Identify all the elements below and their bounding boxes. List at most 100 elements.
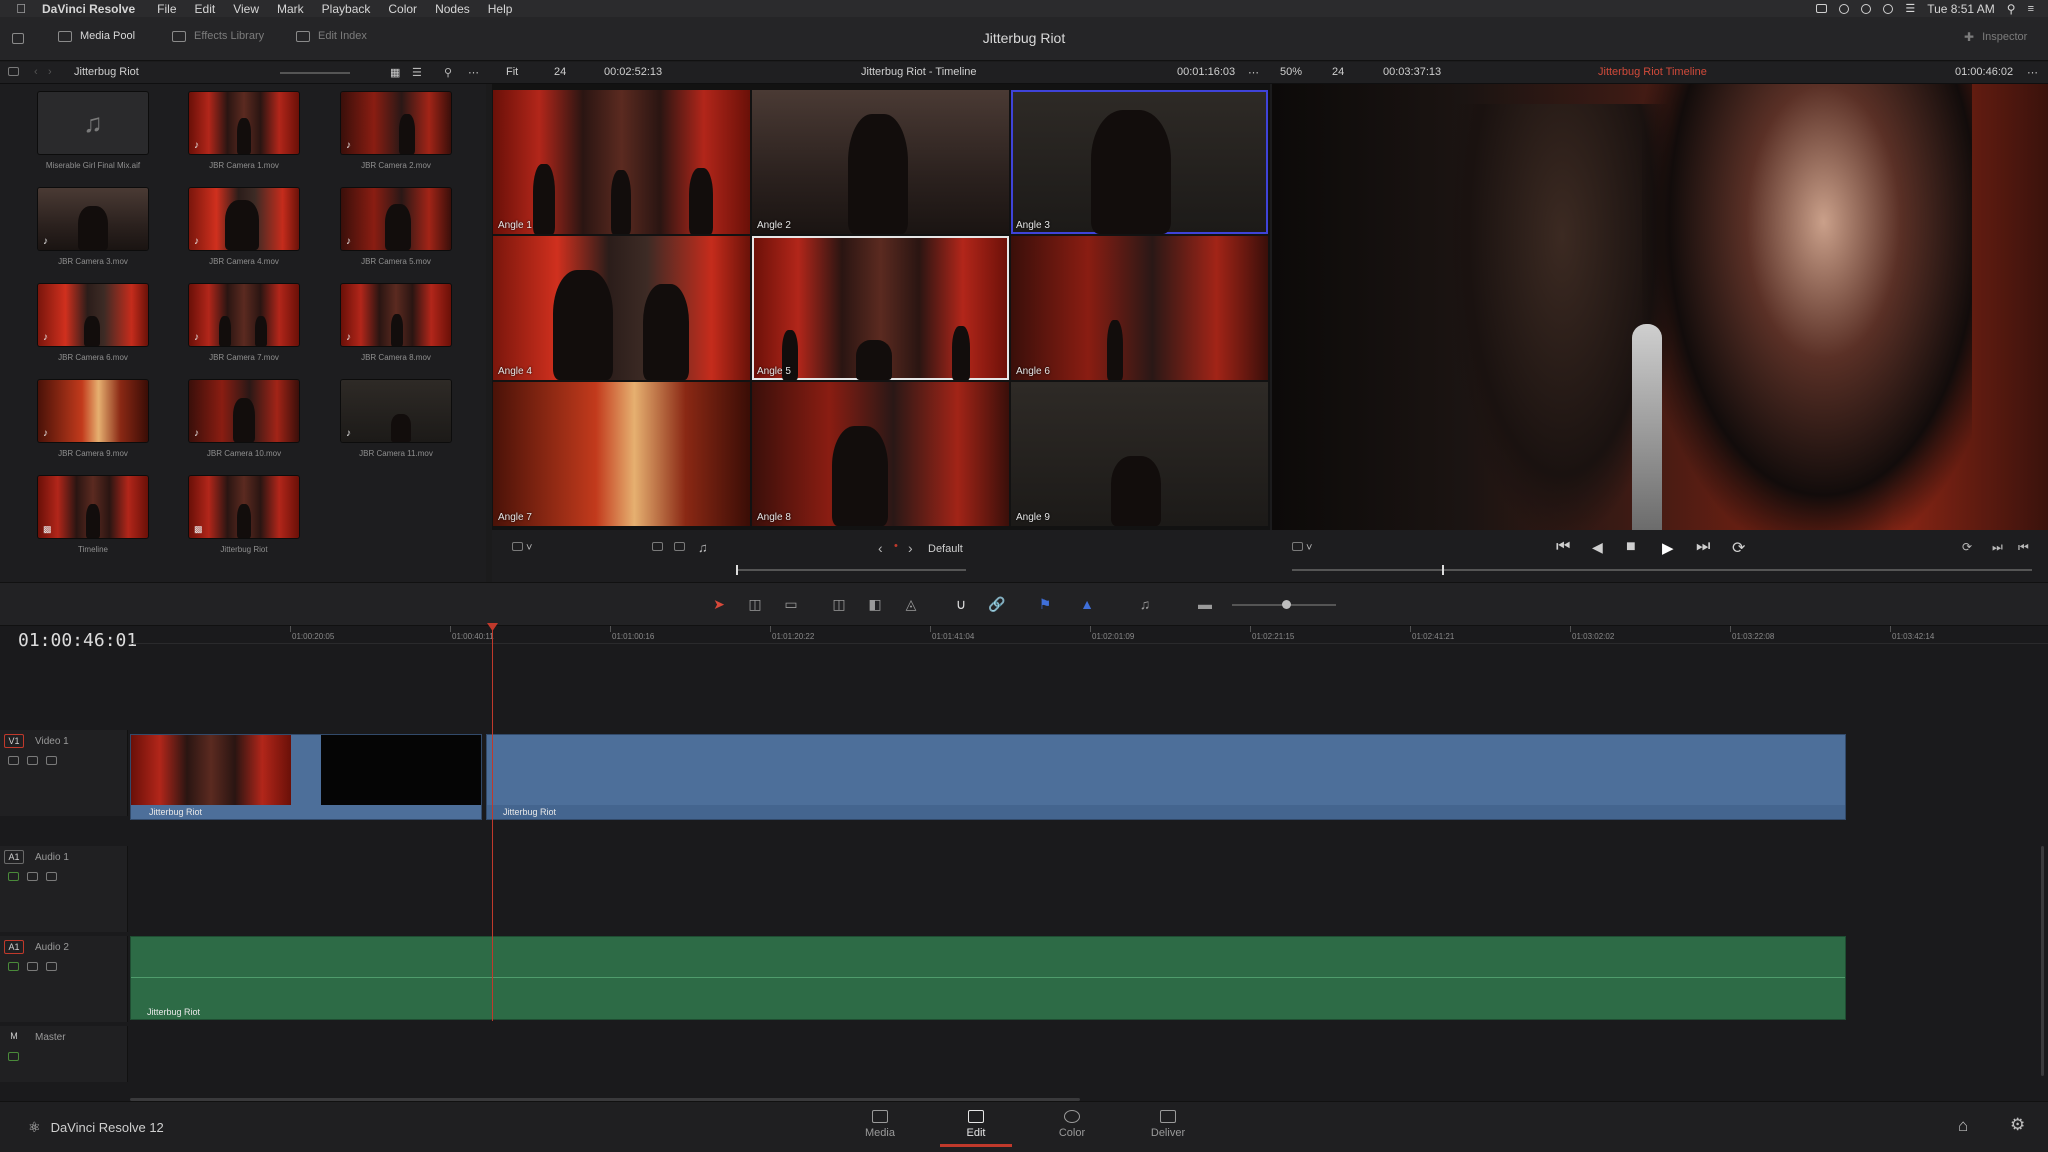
video-clip-left[interactable]: Jitterbug Riot bbox=[130, 734, 482, 820]
tab-media[interactable]: Media bbox=[840, 1110, 920, 1139]
insert-clip-icon[interactable]: ◫ bbox=[830, 596, 848, 612]
menu-mark[interactable]: Mark bbox=[277, 2, 304, 16]
media-clip[interactable]: ▩ Timeline bbox=[28, 476, 158, 568]
time-machine-icon[interactable] bbox=[1883, 3, 1894, 14]
forward-arrow-icon[interactable]: › bbox=[48, 66, 52, 78]
flag-dropdown[interactable]: ⚑ bbox=[1036, 596, 1054, 612]
media-clip[interactable]: ♪ JBR Camera 3.mov bbox=[28, 188, 158, 280]
speaker-icon[interactable] bbox=[8, 1052, 19, 1061]
scrubber-handle[interactable] bbox=[1442, 565, 1444, 575]
blade-tool-icon[interactable]: ▭ bbox=[782, 596, 800, 612]
timeline-name[interactable]: Jitterbug Riot Timeline bbox=[1598, 66, 1707, 78]
inspector-button[interactable]: ✚ Inspector bbox=[1964, 30, 2027, 44]
trim-tool-icon[interactable]: ◫ bbox=[746, 596, 764, 612]
stop-icon[interactable]: ■ bbox=[1626, 538, 1636, 556]
source-scrubber[interactable] bbox=[736, 565, 966, 575]
multicam-display-dropdown[interactable]: ˅ bbox=[512, 542, 532, 554]
play-reverse-icon[interactable]: ◀ bbox=[1592, 539, 1603, 556]
track-visibility-icon[interactable] bbox=[8, 756, 19, 765]
tab-color[interactable]: Color bbox=[1032, 1110, 1112, 1139]
scrubber-handle[interactable] bbox=[736, 565, 738, 575]
menu-help[interactable]: Help bbox=[488, 2, 513, 16]
audio-only-icon[interactable]: ♫ bbox=[698, 540, 708, 555]
angle-4-thumbnail[interactable]: Angle 4 bbox=[493, 236, 750, 380]
viewer-more-icon[interactable]: ⋯ bbox=[2027, 66, 2038, 79]
next-edit-icon[interactable]: ⏭ bbox=[1992, 540, 2003, 555]
go-to-end-icon[interactable]: ⏭ bbox=[1696, 538, 1710, 556]
angle-8-thumbnail[interactable]: Angle 8 bbox=[752, 382, 1009, 526]
spotlight-search-icon[interactable]: ⚲ bbox=[2007, 2, 2016, 16]
timeline-view-options-icon[interactable]: ▬ bbox=[1196, 596, 1214, 612]
timeline-scrubber[interactable] bbox=[1292, 565, 2032, 575]
viewer-mode-dropdown[interactable]: ˅ bbox=[1292, 542, 1312, 554]
speaker-icon[interactable] bbox=[8, 872, 19, 881]
screen-mirroring-icon[interactable] bbox=[1816, 4, 1828, 13]
zoom-dropdown[interactable]: 50% bbox=[1280, 66, 1302, 78]
next-page-icon[interactable]: › bbox=[908, 540, 913, 556]
media-clip[interactable]: ♪ JBR Camera 6.mov bbox=[28, 284, 158, 376]
menu-view[interactable]: View bbox=[233, 2, 259, 16]
media-clip[interactable]: ♪ JBR Camera 4.mov bbox=[179, 188, 309, 280]
replace-clip-icon[interactable]: ◬ bbox=[902, 596, 920, 612]
dropbox-icon[interactable] bbox=[1839, 3, 1850, 14]
source-more-icon[interactable]: ⋯ bbox=[1248, 66, 1259, 79]
audio-clip[interactable]: Jitterbug Riot bbox=[130, 936, 1846, 1020]
apple-menu-icon[interactable]:  bbox=[0, 1, 42, 16]
media-clip[interactable]: ♪ JBR Camera 11.mov bbox=[331, 380, 461, 472]
menu-file[interactable]: File bbox=[157, 2, 176, 16]
video-clip-right[interactable]: Jitterbug Riot bbox=[486, 734, 1846, 820]
timeline-vertical-scrollbar[interactable] bbox=[2041, 846, 2044, 1076]
angle-3-thumbnail[interactable]: Angle 3 bbox=[1011, 90, 1268, 234]
menu-app-name[interactable]: DaVinci Resolve bbox=[42, 2, 135, 16]
media-clip[interactable]: ♫ Miserable Girl Final Mix.aif bbox=[28, 92, 158, 184]
layout-dropdown[interactable]: Default bbox=[928, 543, 963, 555]
media-clip[interactable]: ♪ JBR Camera 8.mov bbox=[331, 284, 461, 376]
selection-tool-icon[interactable]: ➤ bbox=[710, 596, 728, 612]
marker-dropdown[interactable]: ▲ bbox=[1078, 596, 1096, 612]
timeline-viewer[interactable] bbox=[1272, 84, 2048, 530]
clock[interactable]: Tue 8:51 AM bbox=[1927, 2, 1995, 16]
angle-6-thumbnail[interactable]: Angle 6 bbox=[1011, 236, 1268, 380]
sidebar-toggle-icon[interactable] bbox=[8, 67, 19, 79]
go-to-start-icon[interactable]: ⏮ bbox=[1556, 538, 1570, 556]
snapping-icon[interactable]: ∪ bbox=[952, 596, 970, 612]
timeline-zoom-slider[interactable] bbox=[1232, 600, 1336, 609]
track-id[interactable]: A1 bbox=[4, 940, 24, 954]
track-header-master[interactable]: M Master bbox=[0, 1026, 128, 1082]
track-header-video-1[interactable]: V1 Video 1 bbox=[0, 730, 128, 816]
settings-gear-icon[interactable]: ⚙ bbox=[2010, 1115, 2025, 1135]
video-audio-icon[interactable] bbox=[674, 542, 685, 554]
track-lock-icon[interactable] bbox=[27, 872, 38, 881]
media-clip[interactable]: ♪ JBR Camera 7.mov bbox=[179, 284, 309, 376]
media-clip[interactable]: ♪ JBR Camera 2.mov bbox=[331, 92, 461, 184]
tab-deliver[interactable]: Deliver bbox=[1128, 1110, 1208, 1139]
list-view-icon[interactable]: ☰ bbox=[412, 66, 422, 79]
menu-color[interactable]: Color bbox=[388, 2, 417, 16]
angle-2-thumbnail[interactable]: Angle 2 bbox=[752, 90, 1009, 234]
track-lock-icon[interactable] bbox=[27, 962, 38, 971]
more-options-icon[interactable]: ⋯ bbox=[468, 66, 479, 79]
zoom-handle[interactable] bbox=[1282, 600, 1291, 609]
angle-5-thumbnail[interactable]: Angle 5 bbox=[752, 236, 1009, 380]
notification-center-icon[interactable]: ≡ bbox=[2028, 3, 2034, 15]
home-icon[interactable]: ⌂ bbox=[1958, 1116, 1968, 1136]
track-header-audio-1[interactable]: A1 Audio 1 bbox=[0, 846, 128, 932]
media-clip[interactable]: ♪ JBR Camera 9.mov bbox=[28, 380, 158, 472]
menu-playback[interactable]: Playback bbox=[322, 2, 371, 16]
angle-1-thumbnail[interactable]: Angle 1 bbox=[493, 90, 750, 234]
search-icon[interactable]: ⚲ bbox=[444, 66, 452, 79]
previous-page-icon[interactable]: ‹ bbox=[878, 540, 883, 556]
tab-edit[interactable]: Edit bbox=[936, 1110, 1016, 1147]
video-only-icon[interactable] bbox=[652, 542, 663, 554]
menu-nodes[interactable]: Nodes bbox=[435, 2, 470, 16]
back-arrow-icon[interactable]: ‹ bbox=[34, 66, 38, 78]
auto-select-icon[interactable] bbox=[46, 756, 57, 765]
timeline-ruler[interactable]: 01:00:20:05 01:00:40:11 01:01:00:16 01:0… bbox=[130, 626, 2048, 644]
audio-level-icon[interactable]: ♫ bbox=[1136, 596, 1154, 612]
track-id[interactable]: V1 bbox=[4, 734, 24, 748]
sync-icon[interactable] bbox=[1861, 3, 1872, 14]
track-id[interactable]: M bbox=[4, 1030, 24, 1044]
thumbnail-size-slider[interactable] bbox=[280, 72, 350, 74]
playhead[interactable] bbox=[492, 626, 493, 1021]
timeline-timecode-display[interactable]: 01:00:46:01 bbox=[18, 630, 137, 651]
